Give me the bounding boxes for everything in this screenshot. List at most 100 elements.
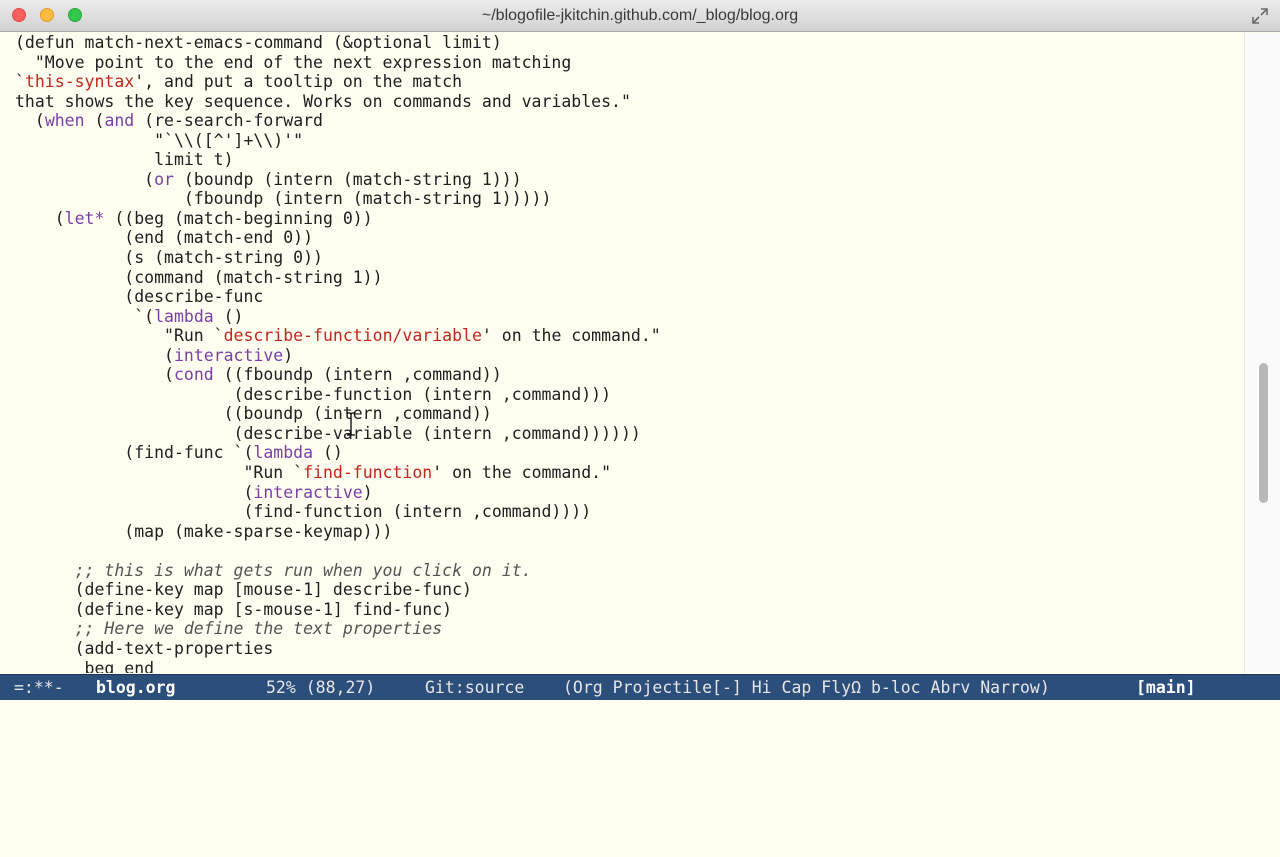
code-line[interactable]: (fboundp (intern (match-string 1))))) bbox=[15, 189, 1244, 209]
code-line[interactable]: (add-text-properties bbox=[15, 639, 1244, 659]
code-text: (map (make-sparse-keymap))) bbox=[15, 521, 393, 541]
code-text: ( bbox=[15, 111, 45, 131]
code-text: (re-search-forward bbox=[134, 111, 323, 131]
code-comment: ;; Here we define the text properties bbox=[15, 619, 443, 639]
code-text: ( bbox=[15, 482, 254, 502]
window-title: ~/blogofile-jkitchin.github.com/_blog/bl… bbox=[481, 7, 799, 24]
code-text: (boundp (intern (match-string 1))) bbox=[173, 169, 522, 189]
code-line[interactable]: beg end bbox=[15, 659, 1244, 674]
code-line[interactable]: (defun match-next-emacs-command (&option… bbox=[15, 33, 1244, 53]
code-text: `( bbox=[15, 306, 155, 326]
code-line[interactable]: "Move point to the end of the next expre… bbox=[15, 53, 1244, 73]
code-text: (find-func `( bbox=[15, 443, 254, 463]
code-text: (end (match-end 0)) bbox=[15, 228, 314, 248]
code-text: ' on the command." bbox=[432, 463, 612, 483]
code-line[interactable]: (let* ((beg (match-beginning 0)) bbox=[15, 209, 1244, 229]
code-keyword: lambda bbox=[154, 306, 214, 326]
code-line[interactable]: (describe-function (intern ,command))) bbox=[15, 385, 1244, 405]
code-text: ( bbox=[15, 345, 174, 365]
code-text: ((beg (match-beginning 0)) bbox=[104, 208, 373, 228]
code-text: ', and put a tooltip on the match bbox=[134, 72, 463, 92]
code-text: ( bbox=[84, 111, 105, 131]
code-keyword: let* bbox=[64, 208, 105, 228]
code-line[interactable]: `(lambda () bbox=[15, 307, 1244, 327]
code-keyword: cond bbox=[173, 365, 214, 385]
mode-line: =:**- blog.org 52% (88,27) Git:source (O… bbox=[0, 674, 1280, 700]
code-keyword: lambda bbox=[253, 443, 314, 463]
fullscreen-icon[interactable] bbox=[1250, 6, 1270, 26]
code-reference: find-function bbox=[303, 463, 433, 483]
code-text: ) bbox=[283, 345, 294, 365]
code-line[interactable]: `this-syntax', and put a tooltip on the … bbox=[15, 72, 1244, 92]
code-line[interactable]: (define-key map [s-mouse-1] find-func) bbox=[15, 600, 1244, 620]
scrollbar-thumb[interactable] bbox=[1259, 363, 1268, 503]
buffer-name[interactable]: blog.org bbox=[96, 675, 175, 701]
code-text: beg end bbox=[15, 658, 155, 674]
code-text: (defun match-next-emacs-command (&option… bbox=[15, 33, 502, 52]
code-line[interactable]: ;; Here we define the text properties bbox=[15, 619, 1244, 639]
code-reference: describe-function/variable bbox=[223, 326, 482, 346]
code-line[interactable]: (describe-func bbox=[15, 287, 1244, 307]
code-text: () bbox=[213, 306, 244, 326]
code-line[interactable]: "`\\([^']+\\)'" bbox=[15, 131, 1244, 151]
code-text: limit t) bbox=[15, 150, 234, 170]
code-line[interactable]: (describe-variable (intern ,command)))))… bbox=[15, 424, 1244, 444]
code-text: ((boundp (intern ,command)) bbox=[15, 404, 492, 424]
code-line[interactable]: (s (match-string 0)) bbox=[15, 248, 1244, 268]
code-text: (s (match-string 0)) bbox=[15, 248, 323, 268]
code-text: (describe-func bbox=[15, 287, 264, 307]
code-line[interactable]: (when (and (re-search-forward bbox=[15, 111, 1244, 131]
code-keyword: and bbox=[104, 111, 135, 131]
vertical-scrollbar[interactable] bbox=[1244, 33, 1280, 673]
code-text: ' on the command." bbox=[481, 326, 661, 346]
code-line[interactable]: (command (match-string 1)) bbox=[15, 268, 1244, 288]
code-text: "Run ` bbox=[15, 326, 224, 346]
buffer-status: =:**- bbox=[14, 678, 64, 697]
code-text: (define-key map [s-mouse-1] find-func) bbox=[15, 599, 453, 619]
code-text: (command (match-string 1)) bbox=[15, 267, 383, 287]
code-line[interactable]: (find-function (intern ,command)))) bbox=[15, 502, 1244, 522]
code-text: (define-key map [mouse-1] describe-func) bbox=[15, 580, 472, 600]
code-line[interactable]: (end (match-end 0)) bbox=[15, 228, 1244, 248]
code-line[interactable]: (interactive) bbox=[15, 346, 1244, 366]
code-line[interactable]: (interactive) bbox=[15, 483, 1244, 503]
vc-branch[interactable]: Git:source bbox=[425, 675, 524, 701]
code-line[interactable]: that shows the key sequence. Works on co… bbox=[15, 92, 1244, 112]
code-line[interactable]: (define-key map [mouse-1] describe-func) bbox=[15, 580, 1244, 600]
code-text: (describe-variable (intern ,command)))))… bbox=[15, 423, 641, 443]
code-text: ` bbox=[15, 72, 25, 92]
code-text: that shows the key sequence. Works on co… bbox=[15, 91, 631, 111]
code-line[interactable]: (cond ((fboundp (intern ,command)) bbox=[15, 365, 1244, 385]
code-line[interactable]: limit t) bbox=[15, 150, 1244, 170]
code-text: ((fboundp (intern ,command)) bbox=[213, 365, 502, 385]
code-text: (add-text-properties bbox=[15, 638, 274, 658]
code-text: ( bbox=[15, 169, 155, 189]
code-line[interactable]: (map (make-sparse-keymap))) bbox=[15, 522, 1244, 542]
code-reference: this-syntax bbox=[24, 72, 135, 92]
code-line[interactable]: (find-func `(lambda () bbox=[15, 443, 1244, 463]
code-line[interactable]: "Run `describe-function/variable' on the… bbox=[15, 326, 1244, 346]
code-keyword: when bbox=[44, 111, 85, 131]
code-line[interactable]: ((boundp (intern ,command)) bbox=[15, 404, 1244, 424]
code-text: "Move point to the end of the next expre… bbox=[15, 52, 572, 72]
code-comment: ;; this is what gets run when you click … bbox=[15, 560, 532, 580]
minor-modes[interactable]: (Org Projectile[-] Hi Cap FlyΩ b-loc Abr… bbox=[563, 675, 1050, 701]
code-text: ) bbox=[362, 482, 373, 502]
perspective-name: [main] bbox=[1136, 678, 1196, 697]
cursor-position: 52% (88,27) bbox=[266, 678, 376, 697]
code-text: "`\\([^']+\\)'" bbox=[15, 130, 304, 150]
code-keyword: interactive bbox=[173, 345, 284, 365]
code-area[interactable]: (defun match-next-emacs-command (&option… bbox=[0, 33, 1244, 673]
editor-buffer[interactable]: (defun match-next-emacs-command (&option… bbox=[0, 33, 1244, 673]
code-line[interactable]: ;; this is what gets run when you click … bbox=[15, 561, 1244, 581]
mouse-ibeam-cursor-icon bbox=[347, 412, 355, 436]
minibuffer[interactable] bbox=[0, 700, 1280, 720]
code-text: (describe-function (intern ,command))) bbox=[15, 384, 612, 404]
code-text: () bbox=[313, 443, 343, 463]
code-keyword: or bbox=[154, 169, 174, 189]
code-text: (find-function (intern ,command)))) bbox=[15, 502, 592, 522]
code-line[interactable] bbox=[15, 541, 1244, 561]
code-line[interactable]: "Run `find-function' on the command." bbox=[15, 463, 1244, 483]
code-line[interactable]: (or (boundp (intern (match-string 1))) bbox=[15, 170, 1244, 190]
code-text: (fboundp (intern (match-string 1))))) bbox=[15, 189, 552, 209]
